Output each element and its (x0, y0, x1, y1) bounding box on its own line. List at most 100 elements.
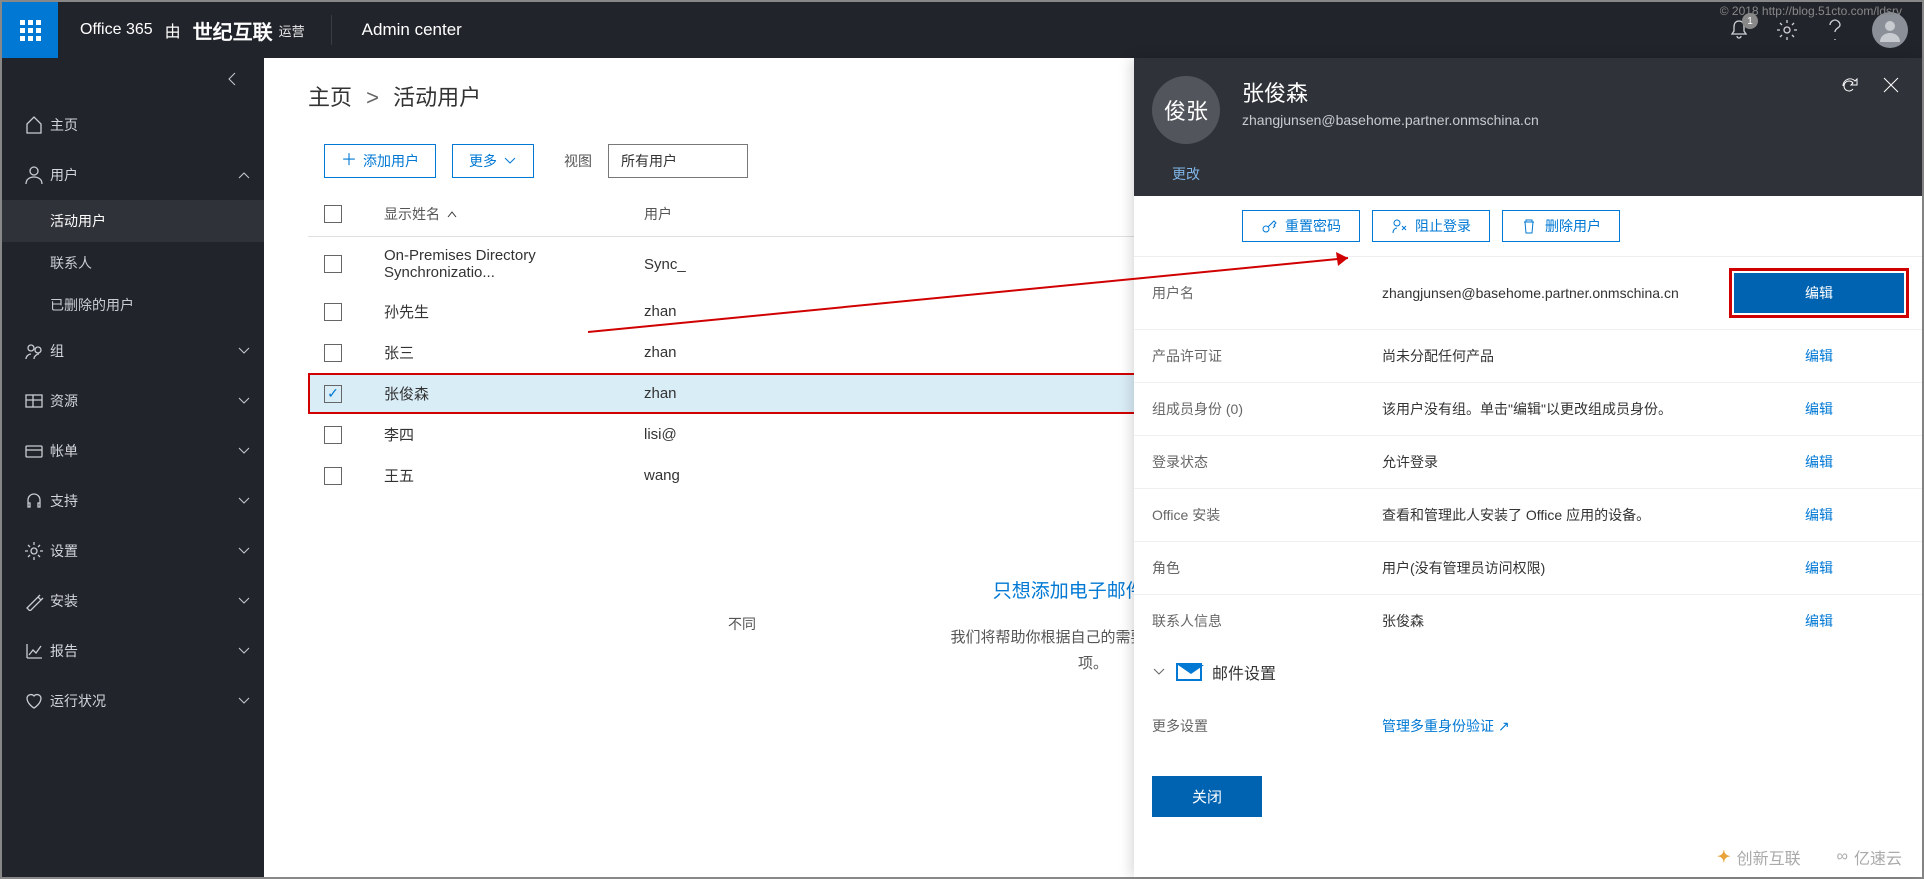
header-name[interactable]: 显示姓名 (384, 204, 644, 224)
add-user-button[interactable]: ＋ 添加用户 (324, 144, 436, 178)
edit-link[interactable]: 编辑 (1734, 452, 1904, 472)
edit-link[interactable]: 编辑 (1734, 399, 1904, 419)
manage-mfa-link[interactable]: 管理多重身份验证↗ (1382, 718, 1510, 734)
headset-icon (24, 491, 44, 511)
chevron-down-icon (1152, 667, 1166, 677)
row-value: 允许登录 (1382, 452, 1734, 472)
sidebar-item-home[interactable]: 主页 (2, 100, 264, 150)
row-value: 张俊森 (1382, 611, 1734, 631)
button-label: 删除用户 (1545, 216, 1601, 236)
chevron-down-icon (237, 646, 251, 656)
row-checkbox[interactable] (324, 467, 342, 485)
sidebar-item-users[interactable]: 用户 (2, 150, 264, 200)
waffle-icon (20, 20, 41, 41)
row-name: 李四 (384, 424, 644, 445)
select-all-checkbox[interactable] (324, 205, 342, 223)
edit-link[interactable]: 编辑 (1734, 346, 1904, 366)
close-button[interactable]: 关闭 (1152, 776, 1262, 817)
edit-link[interactable]: 编辑 (1734, 505, 1904, 525)
sidebar-item-billing[interactable]: 帐单 (2, 426, 264, 476)
watermark-bottom: ✦ 创新互联 ∞ 亿速云 (1717, 845, 1902, 869)
row-label: 登录状态 (1152, 452, 1382, 472)
sidebar-item-settings[interactable]: 设置 (2, 526, 264, 576)
row-label: 联系人信息 (1152, 611, 1382, 631)
heart-icon (24, 691, 44, 711)
mail-settings-section[interactable]: 邮件设置 (1134, 644, 1922, 700)
sidebar-sub-active-users[interactable]: 活动用户 (2, 200, 264, 242)
sidebar-item-resources[interactable]: 资源 (2, 376, 264, 426)
resources-icon (24, 391, 44, 411)
row-value: 该用户没有组。单击"编辑"以更改组成员身份。 (1382, 399, 1734, 419)
home-icon (24, 115, 44, 135)
sidebar-label: 主页 (50, 115, 264, 135)
chevron-down-icon (237, 446, 251, 456)
refresh-icon[interactable] (1840, 76, 1860, 96)
top-bar: Office 365 由 世纪互联 运营 Admin center 1 (2, 2, 1922, 58)
button-label: 重置密码 (1285, 216, 1341, 236)
notifications-button[interactable]: 1 (1728, 19, 1750, 41)
breadcrumb-current: 活动用户 (393, 85, 481, 110)
view-selector[interactable]: 所有用户 (608, 144, 748, 178)
detail-title: 张俊森 zhangjunsen@basehome.partner.onmschi… (1242, 76, 1539, 128)
row-checkbox[interactable] (324, 426, 342, 444)
button-label: 添加用户 (363, 151, 419, 171)
row-label: Office 安装 (1152, 505, 1382, 525)
edit-link[interactable]: 编辑 (1734, 273, 1904, 313)
detail-row: 产品许可证尚未分配任何产品编辑 (1134, 330, 1922, 383)
breadcrumb-home[interactable]: 主页 (308, 85, 352, 110)
row-checkbox[interactable] (324, 344, 342, 362)
row-checkbox[interactable] (324, 255, 342, 273)
row-name: 张三 (384, 342, 644, 363)
chart-icon (24, 641, 44, 661)
plus-icon: ＋ (341, 153, 357, 169)
chevron-down-icon (237, 696, 251, 706)
sidebar-sub-deleted-users[interactable]: 已删除的用户 (2, 284, 264, 326)
row-checkbox[interactable] (324, 303, 342, 321)
sidebar-item-reports[interactable]: 报告 (2, 626, 264, 676)
wand-icon (24, 591, 44, 611)
groups-icon (24, 341, 44, 361)
reset-password-button[interactable]: 重置密码 (1242, 210, 1360, 242)
close-icon[interactable] (1882, 76, 1900, 94)
sidebar-item-setup[interactable]: 安装 (2, 576, 264, 626)
help-button[interactable] (1824, 19, 1846, 41)
sidebar-item-support[interactable]: 支持 (2, 476, 264, 526)
row-label: 组成员身份 (0) (1152, 399, 1382, 419)
change-photo-link[interactable]: 更改 (1172, 164, 1200, 184)
block-signin-button[interactable]: 阻止登录 (1372, 210, 1490, 242)
delete-user-button[interactable]: 删除用户 (1502, 210, 1620, 242)
gear-icon (1776, 19, 1798, 41)
edit-link[interactable]: 编辑 (1734, 611, 1904, 631)
breadcrumb-sep: > (358, 85, 387, 110)
sidebar-label: 安装 (50, 591, 224, 611)
sidebar-sub-contacts[interactable]: 联系人 (2, 242, 264, 284)
sidebar-label: 报告 (50, 641, 224, 661)
promo-side-text: 不同 (728, 614, 756, 634)
sidebar-item-health[interactable]: 运行状况 (2, 676, 264, 726)
section-label: 邮件设置 (1212, 660, 1276, 684)
chevron-down-icon (237, 496, 251, 506)
user-detail-panel: 俊张 更改 张俊森 zhangjunsen@basehome.partner.o… (1134, 58, 1922, 877)
more-settings-value: 管理多重身份验证↗ (1382, 716, 1904, 736)
row-label: 用户名 (1152, 283, 1382, 303)
detail-row: 组成员身份 (0)该用户没有组。单击"编辑"以更改组成员身份。编辑 (1134, 383, 1922, 436)
app-root: © 2018 http://blog.51cto.com/ldsrv Offic… (0, 0, 1924, 879)
app-launcher-button[interactable] (2, 2, 58, 58)
more-button[interactable]: 更多 (452, 144, 534, 178)
detail-avatar: 俊张 (1152, 76, 1220, 144)
chevron-up-icon (237, 170, 251, 180)
brand-vendor: 世纪互联 (193, 16, 273, 45)
sidebar-item-groups[interactable]: 组 (2, 326, 264, 376)
sidebar-label: 运行状况 (50, 691, 224, 711)
settings-button[interactable] (1776, 19, 1798, 41)
header-label: 显示姓名 (384, 204, 440, 224)
sidebar-label: 帐单 (50, 441, 224, 461)
sidebar-collapse-button[interactable] (2, 58, 264, 100)
row-value: 查看和管理此人安装了 Office 应用的设备。 (1382, 505, 1734, 525)
row-name: 张俊森 (384, 383, 644, 404)
row-checkbox[interactable]: ✓ (324, 385, 342, 403)
edit-link[interactable]: 编辑 (1734, 558, 1904, 578)
button-label: 阻止登录 (1415, 216, 1471, 236)
sidebar-label: 资源 (50, 391, 224, 411)
detail-header: 俊张 更改 张俊森 zhangjunsen@basehome.partner.o… (1134, 58, 1922, 196)
